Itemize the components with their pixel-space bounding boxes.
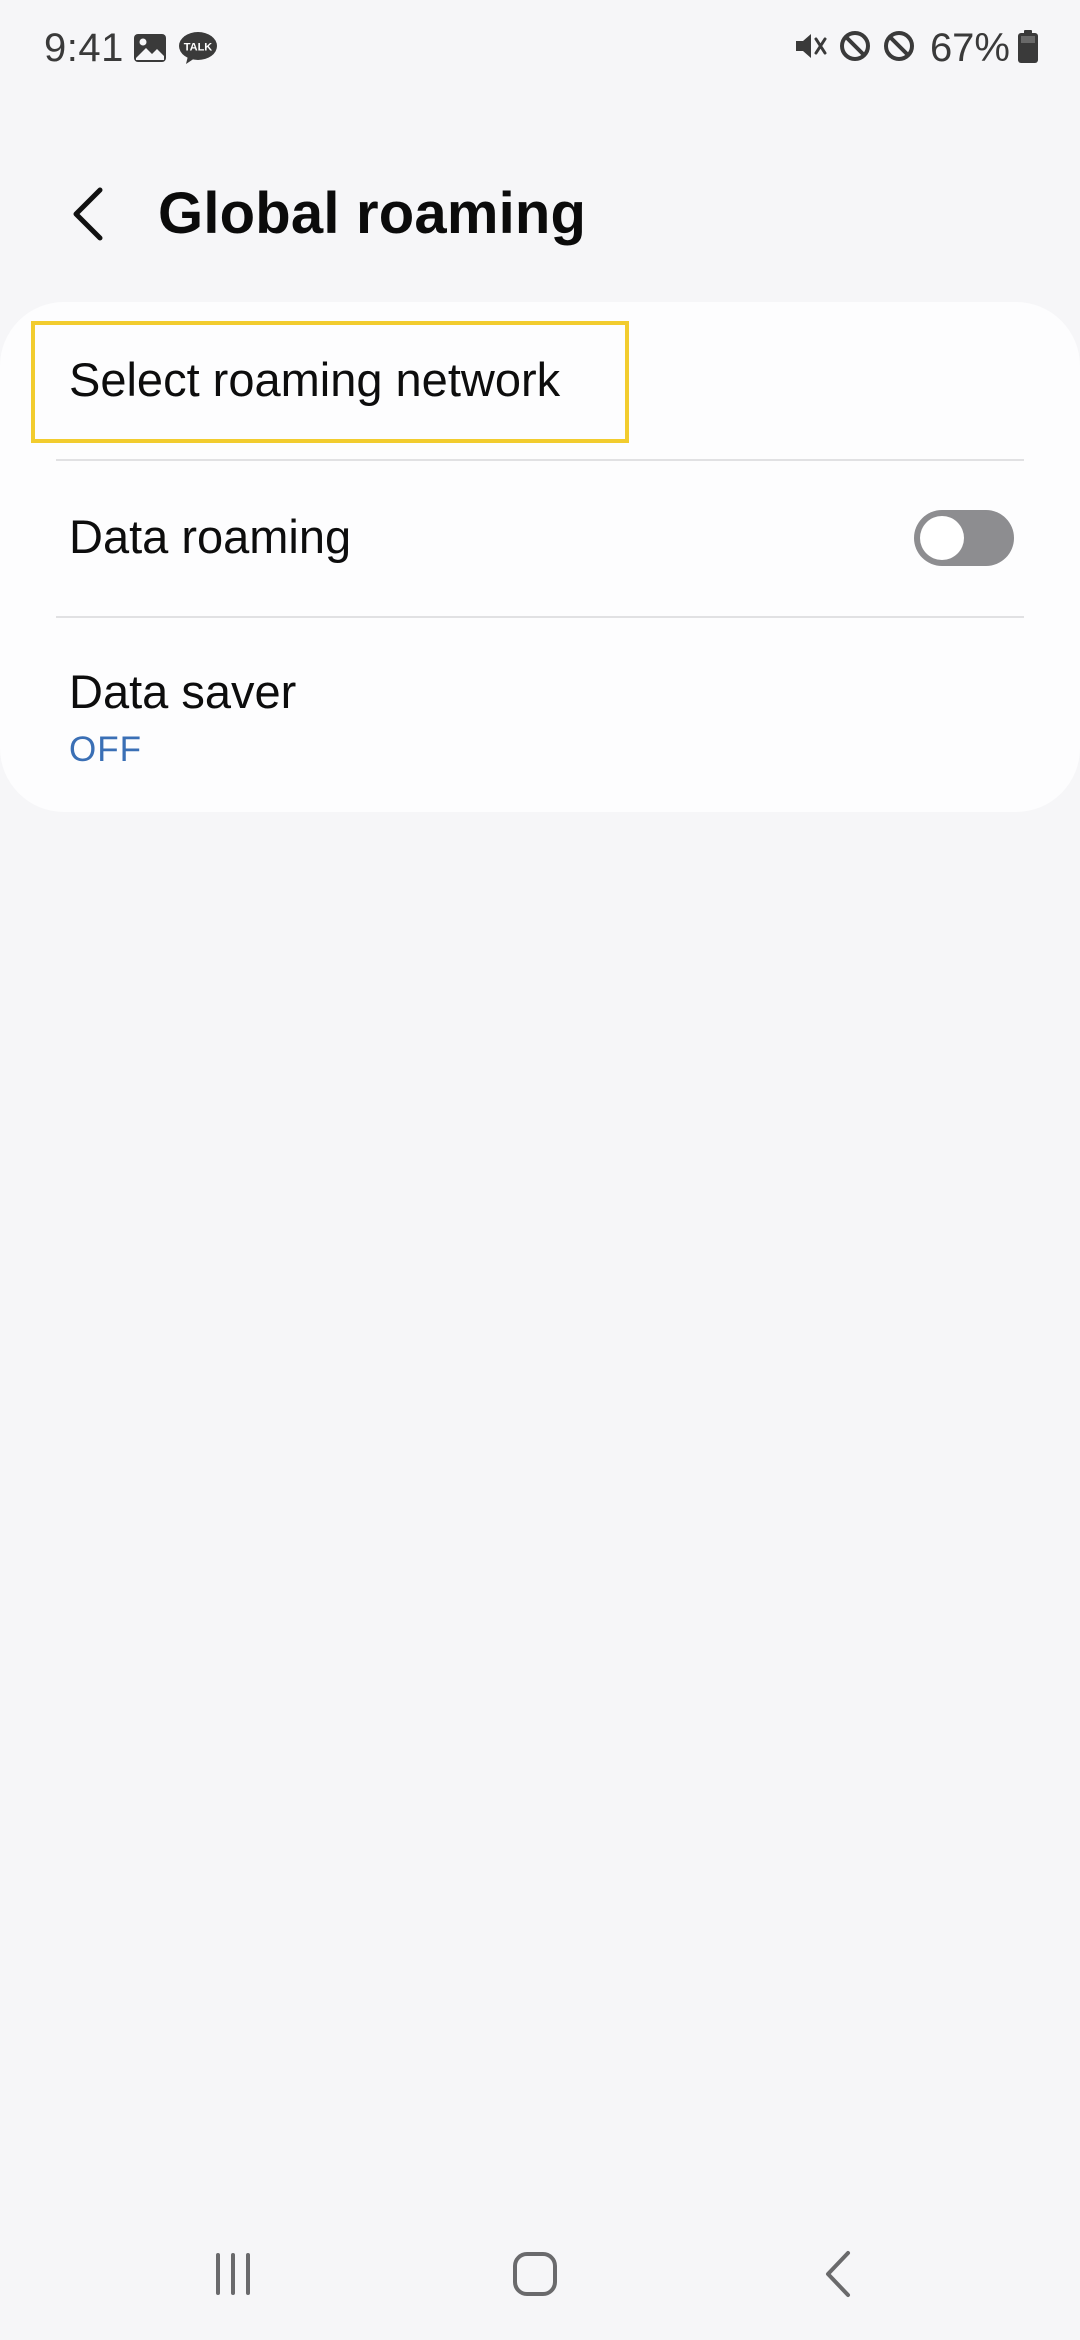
status-left-icons: TALK xyxy=(132,30,218,71)
data-roaming-toggle[interactable] xyxy=(914,510,1014,566)
talk-icon: TALK xyxy=(178,30,218,71)
recents-icon xyxy=(208,2249,258,2304)
page-title: Global roaming xyxy=(158,181,587,246)
status-time: 9:41 xyxy=(44,26,124,70)
data-saver-row[interactable]: Data saver OFF xyxy=(0,618,1080,812)
home-icon xyxy=(510,2249,560,2304)
vibrate-mute-icon xyxy=(792,27,830,70)
data-saver-status: OFF xyxy=(69,730,142,769)
data-saver-label: Data saver xyxy=(69,665,297,718)
battery-icon xyxy=(1016,27,1040,70)
block-icon xyxy=(880,27,918,70)
back-icon xyxy=(818,2247,858,2306)
block-icon xyxy=(836,27,874,70)
gallery-icon xyxy=(132,30,168,71)
talk-badge-text: TALK xyxy=(184,42,213,54)
toggle-knob xyxy=(920,516,964,560)
status-right: 67% xyxy=(792,26,1040,71)
chevron-left-icon xyxy=(68,184,108,249)
battery-percent: 67% xyxy=(929,26,1010,70)
data-roaming-label: Data roaming xyxy=(69,510,352,563)
highlight-box xyxy=(31,321,629,443)
back-button[interactable] xyxy=(56,178,120,254)
status-bar: 9:41 TALK 67% xyxy=(0,0,1080,100)
recents-button[interactable] xyxy=(173,2226,293,2326)
app-header: Global roaming xyxy=(0,160,1080,270)
nav-back-button[interactable] xyxy=(778,2226,898,2326)
home-button[interactable] xyxy=(475,2226,595,2326)
navigation-bar xyxy=(0,2226,1080,2340)
